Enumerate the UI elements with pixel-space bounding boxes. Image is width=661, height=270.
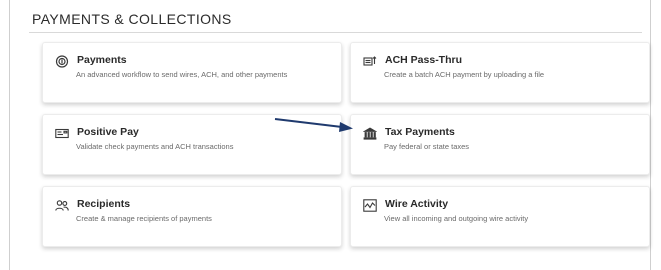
government-building-icon — [363, 127, 377, 140]
payments-icon — [55, 55, 69, 68]
recipients-card[interactable]: Recipients Create & manage recipients of… — [42, 186, 342, 247]
upload-file-icon — [363, 55, 377, 68]
ach-pass-thru-card-title: ACH Pass-Thru — [385, 54, 463, 66]
annotation-arrow — [274, 118, 353, 132]
payments-card[interactable]: Payments An advanced workflow to send wi… — [42, 42, 342, 103]
positive-pay-card-title: Positive Pay — [77, 126, 139, 138]
check-icon — [55, 127, 69, 140]
tax-payments-card-description: Pay federal or state taxes — [384, 142, 470, 151]
tax-payments-card[interactable]: Tax Payments Pay federal or state taxes — [350, 114, 650, 175]
positive-pay-card-description: Validate check payments and ACH transact… — [76, 142, 234, 151]
wire-activity-card-title: Wire Activity — [385, 198, 449, 210]
people-icon — [55, 199, 69, 212]
recipients-card-description: Create & manage recipients of payments — [76, 214, 212, 223]
ach-pass-thru-card[interactable]: ACH Pass-Thru Create a batch ACH payment… — [350, 42, 650, 103]
tax-payments-card-title: Tax Payments — [385, 126, 455, 138]
payments-card-title: Payments — [77, 54, 127, 66]
payments-card-description: An advanced workflow to send wires, ACH,… — [76, 70, 288, 79]
recipients-card-title: Recipients — [77, 198, 131, 210]
section-divider — [29, 32, 642, 33]
ach-pass-thru-card-description: Create a batch ACH payment by uploading … — [384, 70, 545, 79]
activity-chart-icon — [363, 199, 377, 212]
wire-activity-card-description: View all incoming and outgoing wire acti… — [384, 214, 529, 223]
wire-activity-card[interactable]: Wire Activity View all incoming and outg… — [350, 186, 650, 247]
section-title: PAYMENTS & COLLECTIONS — [32, 11, 232, 27]
